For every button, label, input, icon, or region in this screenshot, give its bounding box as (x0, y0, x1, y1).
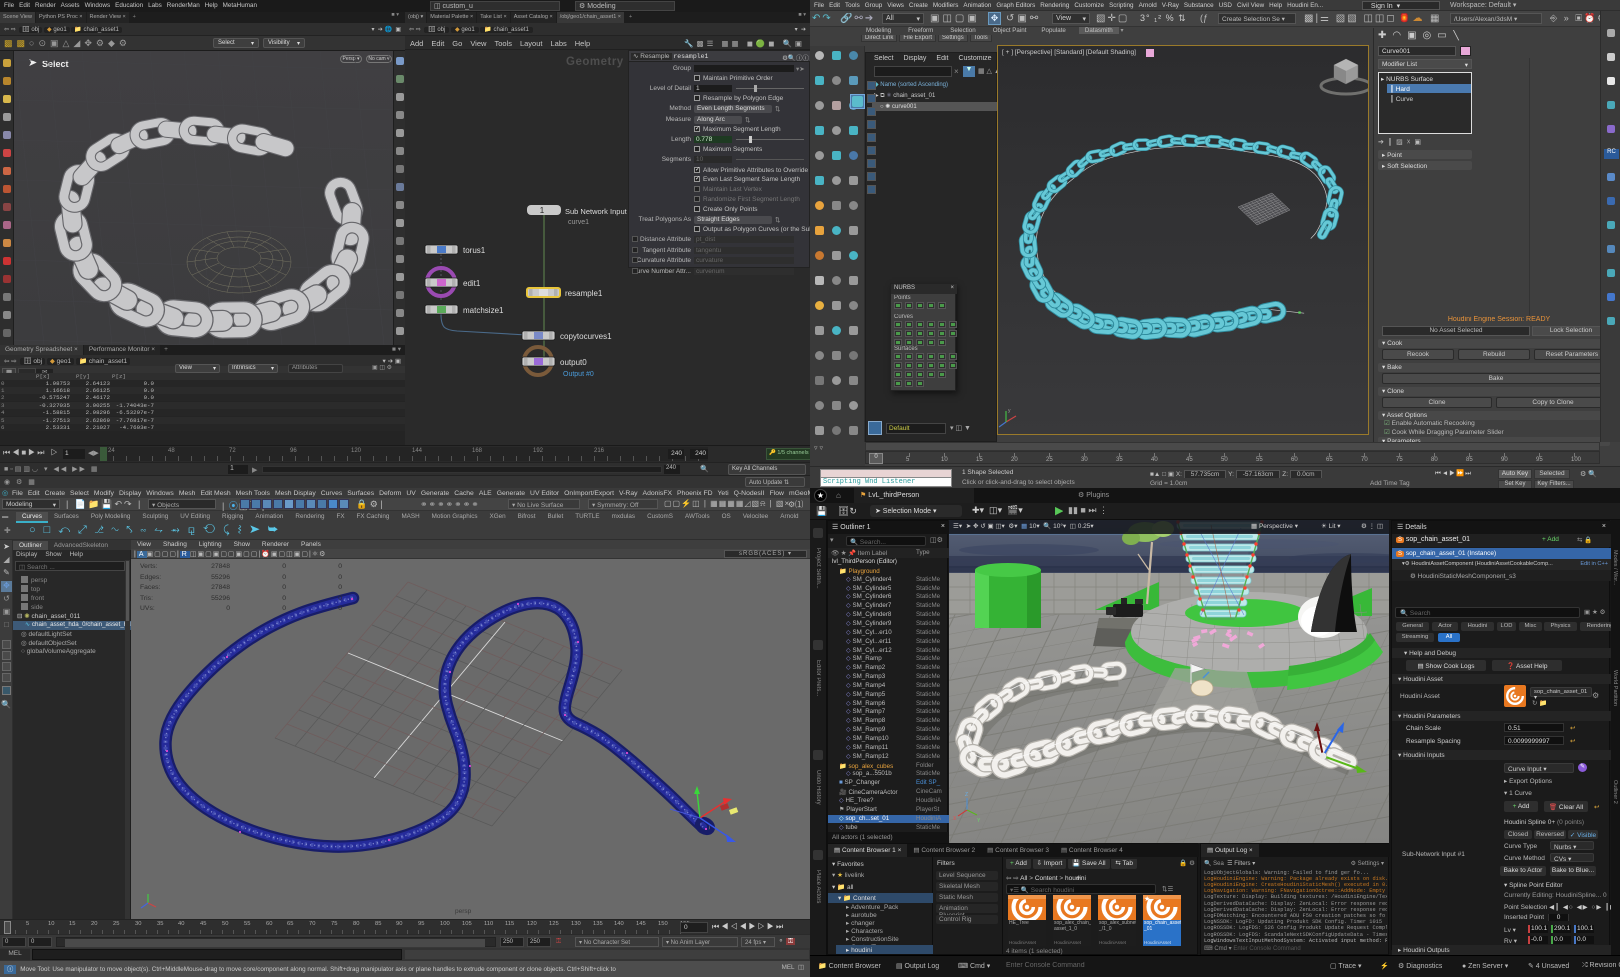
svg-text:Sub Network Input #1: Sub Network Input #1 (565, 207, 637, 216)
svg-text:copytocurves1: copytocurves1 (560, 332, 612, 341)
svg-text:Output #0: Output #0 (563, 371, 594, 378)
svg-text:Z: Z (965, 792, 968, 798)
svg-text:edit1: edit1 (463, 279, 481, 288)
svg-text:curve1: curve1 (568, 219, 589, 226)
svg-text:y: y (1008, 408, 1011, 414)
svg-text:matchsize1: matchsize1 (463, 306, 504, 315)
svg-text:torus1: torus1 (463, 246, 486, 255)
svg-text:1: 1 (540, 206, 545, 215)
svg-text:resample1: resample1 (565, 289, 603, 298)
svg-text:output0: output0 (560, 358, 587, 367)
